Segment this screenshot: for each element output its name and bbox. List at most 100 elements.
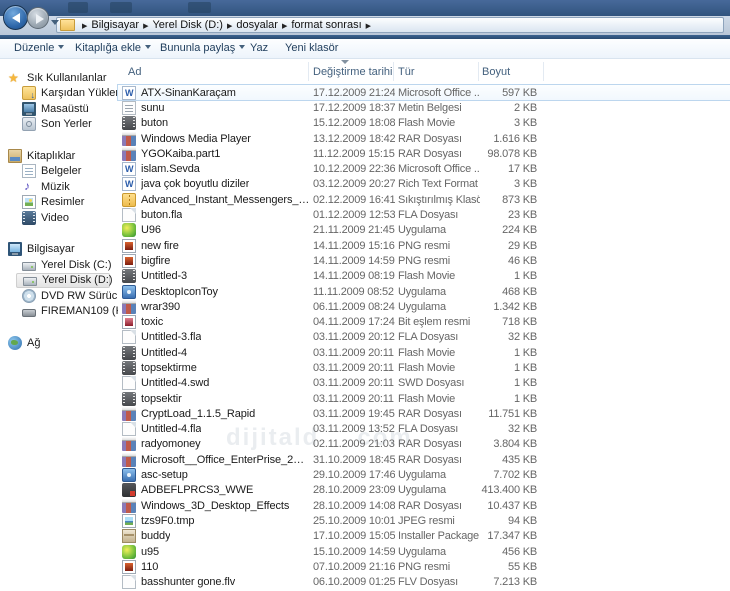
sidebar-item-kitapliklar[interactable]: Kitaplıklar: [0, 148, 118, 164]
toolbar-button-duzenle[interactable]: Düzenle: [14, 39, 64, 58]
toolbar-button-bununla-paylas[interactable]: Bununla paylaş: [160, 39, 245, 58]
file-row[interactable]: buton15.12.2009 18:08Flash Movie3 KB: [118, 116, 730, 131]
file-type: FLA Dosyası: [395, 423, 480, 435]
file-name: Microsoft__Office_EnterPrise_2007__activ…: [141, 454, 310, 466]
sidebar-item-bilgisayar[interactable]: Bilgisayar: [0, 242, 118, 258]
sidebar-item-karsidan-yuklemeler[interactable]: Karşıdan Yüklemeler: [0, 86, 118, 102]
sidebar-item-ag[interactable]: Ağ: [0, 335, 118, 351]
file-size: 1 KB: [480, 362, 544, 374]
toolbar-button-yaz[interactable]: Yaz: [250, 39, 268, 58]
file-row[interactable]: 11007.10.2009 21:16PNG resmi55 KB: [118, 559, 730, 574]
breadcrumb-item-3[interactable]: format sonrası: [291, 19, 361, 31]
sidebar-item-muzik[interactable]: Müzik: [0, 179, 118, 195]
column-separator[interactable]: [478, 62, 479, 81]
file-row[interactable]: asc-setup29.10.2009 17:46Uygulama7.702 K…: [118, 467, 730, 482]
toolbar-button-kitapliga-ekle[interactable]: Kitaplığa ekle: [75, 39, 151, 58]
dvd-icon: [22, 289, 36, 303]
sidebar-item-yerel-disk-d[interactable]: Yerel Disk (D:): [16, 273, 110, 289]
file-row[interactable]: Untitled-3.fla03.11.2009 20:12FLA Dosyas…: [118, 330, 730, 345]
file-row[interactable]: sunu17.12.2009 18:37Metin Belgesi2 KB: [118, 100, 730, 115]
recent-pages-dropdown-icon[interactable]: [51, 20, 59, 29]
sidebar-item-belgeler[interactable]: Belgeler: [0, 164, 118, 180]
file-row[interactable]: wrar39006.11.2009 08:24Uygulama1.342 KB: [118, 299, 730, 314]
file-row[interactable]: Untitled-4.swd03.11.2009 20:11SWD Dosyas…: [118, 376, 730, 391]
file-row[interactable]: radyomoney02.11.2009 21:03RAR Dosyası3.8…: [118, 437, 730, 452]
file-row[interactable]: toxic04.11.2009 17:24Bit eşlem resmi718 …: [118, 314, 730, 329]
file-row[interactable]: islam.Sevda10.12.2009 22:36Microsoft Off…: [118, 161, 730, 176]
file-row[interactable]: tzs9F0.tmp25.10.2009 10:01JPEG resmi94 K…: [118, 513, 730, 528]
file-row[interactable]: basshunter gone.flv06.10.2009 01:25FLV D…: [118, 575, 730, 590]
sidebar-item-yerel-disk-c[interactable]: Yerel Disk (C:): [0, 257, 118, 273]
file-row[interactable]: ADBEFLPRCS3_WWE28.10.2009 23:09Uygulama4…: [118, 483, 730, 498]
file-row[interactable]: Advanced_Instant_Messengers_Password...0…: [118, 192, 730, 207]
file-row[interactable]: bigfire14.11.2009 14:59PNG resmi46 KB: [118, 253, 730, 268]
msi-icon: [122, 529, 136, 543]
file-row[interactable]: buddy17.10.2009 15:05Installer Package17…: [118, 529, 730, 544]
blank-icon: [122, 376, 136, 390]
file-name-cell: Windows Media Player: [118, 132, 310, 146]
rar-icon: [122, 453, 136, 467]
column-header-boyut[interactable]: Boyut: [482, 66, 510, 78]
sidebar-item-fireman109[interactable]: FIREMAN109 (K:): [0, 304, 118, 320]
back-button[interactable]: [3, 5, 28, 30]
column-header-ad[interactable]: Ad: [128, 66, 141, 78]
column-separator[interactable]: [393, 62, 394, 81]
file-row[interactable]: Windows_3D_Desktop_Effects28.10.2009 14:…: [118, 498, 730, 513]
file-row[interactable]: ATX-SinanKaraçam17.12.2009 21:24Microsof…: [118, 85, 730, 100]
file-name-cell: Untitled-3: [118, 269, 310, 283]
file-date: 07.10.2009 21:16: [310, 561, 395, 573]
sidebar-item-label: Sık Kullanılanlar: [27, 72, 107, 84]
file-date: 04.11.2009 17:24: [310, 316, 395, 328]
address-field[interactable]: ▶Bilgisayar▶Yerel Disk (D:)▶dosyalar▶for…: [56, 17, 724, 33]
file-size: 7.702 KB: [480, 469, 544, 481]
file-row[interactable]: u9515.10.2009 14:59Uygulama456 KB: [118, 544, 730, 559]
file-row[interactable]: buton.fla01.12.2009 12:53FLA Dosyası23 K…: [118, 207, 730, 222]
file-row[interactable]: Microsoft__Office_EnterPrise_2007__activ…: [118, 452, 730, 467]
breadcrumb-item-1[interactable]: Yerel Disk (D:): [152, 19, 223, 31]
file-date: 17.10.2009 15:05: [310, 530, 395, 542]
breadcrumb-item-2[interactable]: dosyalar: [236, 19, 278, 31]
file-row[interactable]: Untitled-4.fla03.11.2009 13:52FLA Dosyas…: [118, 422, 730, 437]
file-row[interactable]: CryptLoad_1.1.5_Rapid03.11.2009 19:45RAR…: [118, 406, 730, 421]
breadcrumb: ▶Bilgisayar▶Yerel Disk (D:)▶dosyalar▶for…: [78, 19, 375, 31]
file-row[interactable]: Windows Media Player13.12.2009 18:42RAR …: [118, 131, 730, 146]
file-size: 456 KB: [480, 546, 544, 558]
file-date: 03.11.2009 20:11: [310, 393, 395, 405]
column-header-row: Ad Değiştirme tarihi Tür Boyut: [118, 58, 730, 85]
file-type: RAR Dosyası: [395, 454, 480, 466]
file-row[interactable]: Untitled-314.11.2009 08:19Flash Movie1 K…: [118, 269, 730, 284]
column-header-de-i-tirme-tarihi[interactable]: Değiştirme tarihi: [313, 66, 392, 78]
file-type: Installer Package: [395, 530, 480, 542]
column-header-t-r[interactable]: Tür: [398, 66, 415, 78]
rar-icon: [122, 300, 136, 314]
file-name: sunu: [141, 102, 164, 114]
file-row[interactable]: YGOKaiba.part111.12.2009 15:15RAR Dosyas…: [118, 146, 730, 161]
toolbar-button-yeni-klasor[interactable]: Yeni klasör: [285, 39, 338, 58]
breadcrumb-separator-icon: ▶: [366, 23, 371, 30]
forward-button[interactable]: [27, 7, 49, 29]
file-row[interactable]: DesktopIconToy11.11.2009 08:52Uygulama46…: [118, 284, 730, 299]
file-row[interactable]: new fire14.11.2009 15:16PNG resmi29 KB: [118, 238, 730, 253]
sidebar-item-masaustu[interactable]: Masaüstü: [0, 101, 118, 117]
sidebar-item-son-yerler[interactable]: Son Yerler: [0, 117, 118, 133]
file-row[interactable]: U9621.11.2009 21:45Uygulama224 KB: [118, 223, 730, 238]
column-separator[interactable]: [543, 62, 544, 81]
sidebar-item-resimler[interactable]: Resimler: [0, 195, 118, 211]
sidebar-item-sik-kullanilanlar[interactable]: Sık Kullanılanlar: [0, 70, 118, 86]
file-date: 03.11.2009 20:11: [310, 362, 395, 374]
file-name: CryptLoad_1.1.5_Rapid: [141, 408, 255, 420]
file-size: 1 KB: [480, 377, 544, 389]
file-row[interactable]: Untitled-403.11.2009 20:11Flash Movie1 K…: [118, 345, 730, 360]
file-date: 14.11.2009 08:19: [310, 270, 395, 282]
sidebar-item-dvd-rw-surucusu[interactable]: DVD RW Sürücüsü (E: [0, 288, 118, 304]
file-row[interactable]: topsektir03.11.2009 20:11Flash Movie1 KB: [118, 391, 730, 406]
file-name: YGOKaiba.part1: [141, 148, 220, 160]
chevron-down-icon: [239, 45, 245, 52]
column-separator[interactable]: [308, 62, 309, 81]
chevron-down-icon: [145, 45, 151, 52]
sidebar-item-video[interactable]: Video: [0, 210, 118, 226]
file-row[interactable]: java çok boyutlu diziler03.12.2009 20:27…: [118, 177, 730, 192]
breadcrumb-item-0[interactable]: Bilgisayar: [91, 19, 139, 31]
file-row[interactable]: topsektirme03.11.2009 20:11Flash Movie1 …: [118, 360, 730, 375]
rar-icon: [122, 407, 136, 421]
